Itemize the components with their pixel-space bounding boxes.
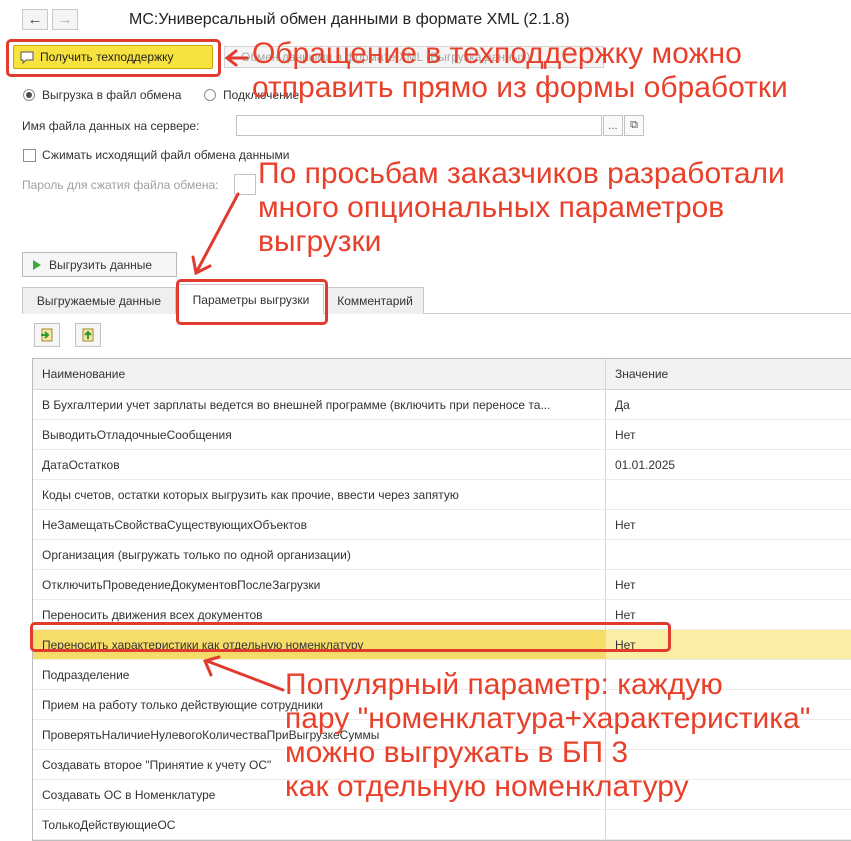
arrow-to-support-icon bbox=[224, 49, 249, 67]
annotation-support: Обращение в техподдержку можно отправить… bbox=[252, 37, 788, 104]
annotation-popular: Популярный параметр: каждую пару "номенк… bbox=[285, 668, 811, 803]
arrow-to-tab-icon bbox=[191, 192, 240, 276]
arrow-to-row-icon bbox=[202, 655, 285, 692]
annotation-params: По просьбам заказчиков разработали много… bbox=[258, 157, 785, 258]
